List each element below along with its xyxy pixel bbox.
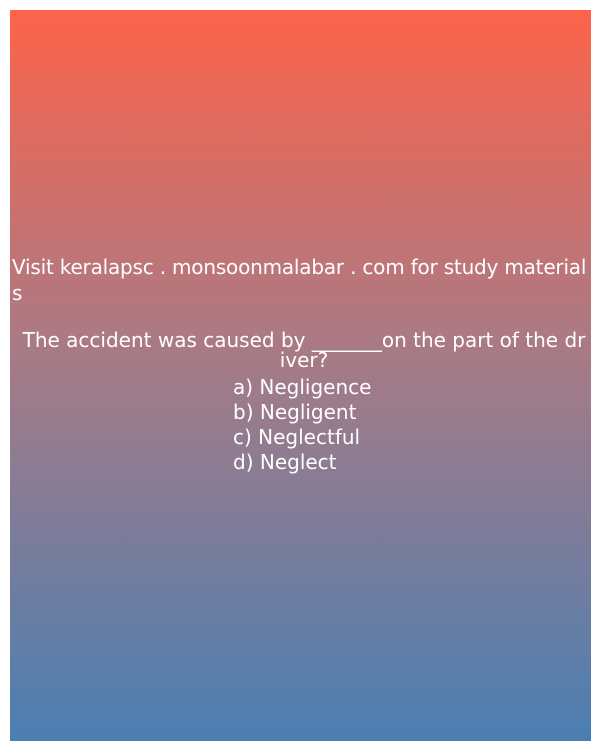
question-card: Visit keralapsc . monsoonmalabar . com f… <box>10 10 591 741</box>
option-b: b) Negligent <box>233 400 357 424</box>
site-promo-text: Visit keralapsc . monsoonmalabar . com f… <box>12 255 587 305</box>
option-c: c) Neglectful <box>233 425 361 449</box>
answer-options: a) Negligence b) Negligent c) Neglectful… <box>233 375 371 475</box>
option-d: d) Neglect <box>233 450 337 474</box>
question-text: The accident was caused by _______on the… <box>22 328 586 372</box>
option-a: a) Negligence <box>233 375 372 399</box>
